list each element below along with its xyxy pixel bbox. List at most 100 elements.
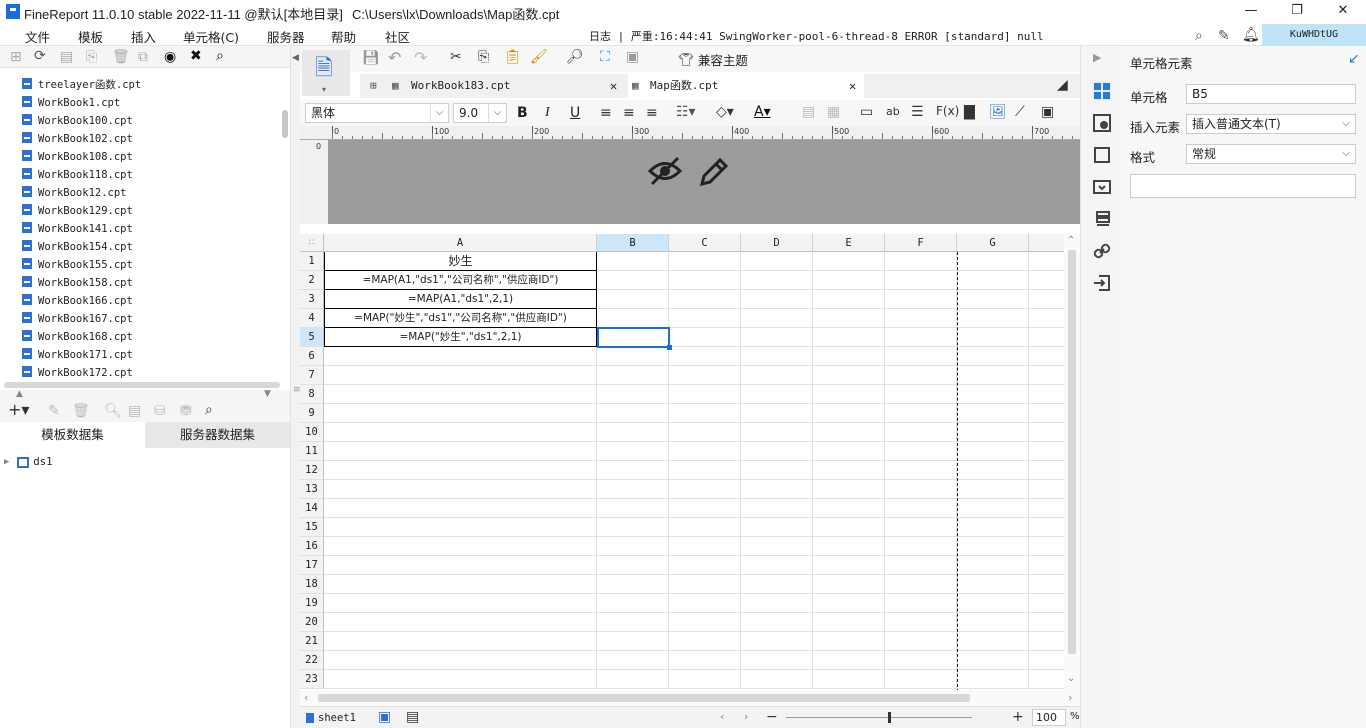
tree-item[interactable]: WorkBook167.cpt [22, 310, 133, 328]
grid-cell[interactable] [324, 366, 597, 385]
grid-cell[interactable] [324, 670, 597, 689]
tree-scrollbar[interactable] [282, 110, 288, 138]
chart-icon[interactable]: ▇ [964, 105, 975, 119]
cut-icon[interactable]: ✂ [450, 50, 462, 64]
merge-cells-icon[interactable]: ▤ [802, 105, 815, 119]
new-template-button[interactable]: 🗎︎ ▾ [302, 50, 350, 96]
grid-cell[interactable] [1029, 575, 1064, 594]
grid-cell[interactable] [741, 651, 813, 670]
align-right-icon[interactable]: ≡ [646, 106, 658, 120]
cell-content-input[interactable] [1130, 174, 1356, 198]
hide-eye-icon[interactable] [647, 156, 683, 192]
grid-cell[interactable] [1029, 385, 1064, 404]
formula-icon[interactable]: F(x) [936, 105, 959, 117]
grid-cell[interactable] [669, 461, 741, 480]
grid-cell[interactable] [1029, 613, 1064, 632]
undo-icon[interactable]: ↶ [388, 50, 401, 66]
grid-cell[interactable] [741, 499, 813, 518]
column-header[interactable]: G [957, 234, 1029, 252]
grid-cell[interactable] [813, 404, 885, 423]
font-color-icon[interactable]: A▾ [754, 105, 771, 119]
grid-cell[interactable] [597, 423, 669, 442]
row-header[interactable]: 7 [300, 366, 324, 385]
expand-arrow-icon[interactable]: ▶ [4, 457, 9, 467]
grid-cell[interactable] [885, 556, 957, 575]
delete-icon[interactable]: 🗑︎ [112, 50, 130, 64]
zoom-input[interactable]: 100 [1032, 709, 1066, 726]
grid-cell[interactable] [324, 556, 597, 575]
copy-icon[interactable]: ⎘ [86, 50, 97, 64]
user-account-button[interactable]: KuWHDtUG [1262, 24, 1366, 46]
grid-cell[interactable] [813, 328, 885, 347]
grid-cell[interactable] [957, 290, 1029, 309]
grid-cell[interactable] [885, 347, 957, 366]
add-sheet-copy-icon[interactable]: ▤ [406, 710, 419, 724]
fill-color-icon[interactable]: ◇▾ [716, 105, 734, 119]
grid-cell[interactable] [741, 309, 813, 328]
grid-cell[interactable] [597, 404, 669, 423]
log-status-text[interactable]: 日志 | 严重:16:44:41 SwingWorker-pool-6-thre… [589, 28, 1044, 44]
select-all-corner[interactable]: ∷ [300, 234, 324, 252]
grid-cell[interactable] [957, 328, 1029, 347]
grid-cell[interactable] [1029, 632, 1064, 651]
tree-horizontal-scrollbar[interactable] [0, 380, 290, 390]
grid-cell[interactable] [957, 480, 1029, 499]
column-header[interactable]: F [885, 234, 957, 252]
minimize-button[interactable]: — [1228, 0, 1274, 24]
component-icon[interactable]: ▣ [626, 50, 639, 64]
tree-item[interactable]: WorkBook155.cpt [22, 256, 133, 274]
sheet-tab[interactable]: sheet1 [306, 709, 356, 727]
grid-cell[interactable] [813, 461, 885, 480]
zoom-out-icon[interactable]: − [766, 710, 778, 724]
edit-pencil-icon[interactable] [698, 156, 730, 191]
grid-cell[interactable] [324, 594, 597, 613]
maximize-button[interactable]: ❐ [1274, 0, 1320, 24]
grid-cell[interactable] [957, 651, 1029, 670]
grid-cell[interactable] [741, 290, 813, 309]
grid-cell[interactable] [669, 537, 741, 556]
locate-icon[interactable]: ◉ [164, 50, 176, 64]
column-header-partial[interactable] [1029, 234, 1064, 252]
grid-cell[interactable] [669, 385, 741, 404]
menu-help[interactable]: 帮助 [331, 27, 356, 46]
grid-cell[interactable] [1029, 328, 1064, 347]
grid-cell[interactable] [1029, 442, 1064, 461]
grid-cell[interactable] [885, 518, 957, 537]
grid-cell[interactable] [885, 290, 957, 309]
grid-cell[interactable] [324, 404, 597, 423]
grid-cell[interactable] [669, 651, 741, 670]
grid-cell[interactable] [669, 632, 741, 651]
grid-cell[interactable] [813, 499, 885, 518]
font-family-select[interactable]: 黑体 ⌵ [305, 103, 449, 123]
grid-cell[interactable] [741, 347, 813, 366]
plugin-icon[interactable]: ⛶ [600, 50, 610, 64]
grid-cell[interactable] [1029, 366, 1064, 385]
grid-cell[interactable] [885, 632, 957, 651]
grid-cell[interactable] [1029, 423, 1064, 442]
format-painter-icon[interactable]: 🖌︎ [530, 50, 548, 64]
grid-cell[interactable] [957, 670, 1029, 689]
close-window-button[interactable]: ✕ [1320, 0, 1366, 24]
collapse-all-icon[interactable]: ✖ [190, 49, 202, 63]
grid-cell[interactable] [324, 632, 597, 651]
horizontal-scrollbar[interactable]: ‹ › [300, 690, 1080, 706]
grid-cell[interactable] [669, 271, 741, 290]
grid-cell[interactable] [885, 651, 957, 670]
grid-cell[interactable] [669, 575, 741, 594]
preview-dataset-icon[interactable]: 🔍︎ [104, 404, 122, 418]
grid-cell[interactable] [741, 423, 813, 442]
grid-cell[interactable] [324, 613, 597, 632]
row-header[interactable]: 16 [300, 537, 324, 556]
grid-cell[interactable] [669, 328, 741, 347]
grid-cell[interactable] [813, 594, 885, 613]
rename-icon[interactable]: ▤ [60, 50, 73, 64]
grid-cell[interactable] [1029, 461, 1064, 480]
grid-cell[interactable] [813, 309, 885, 328]
zoom-in-icon[interactable]: + [1012, 710, 1024, 724]
edit-note-icon[interactable]: ✎ [1218, 29, 1230, 43]
grid-cell[interactable] [1029, 670, 1064, 689]
column-header[interactable]: A [324, 234, 597, 252]
search-dataset-icon[interactable]: ⌕ [205, 403, 213, 417]
grid-cell[interactable] [741, 518, 813, 537]
grid-cell[interactable]: =MAP("妙生","ds1",2,1) [324, 328, 597, 347]
